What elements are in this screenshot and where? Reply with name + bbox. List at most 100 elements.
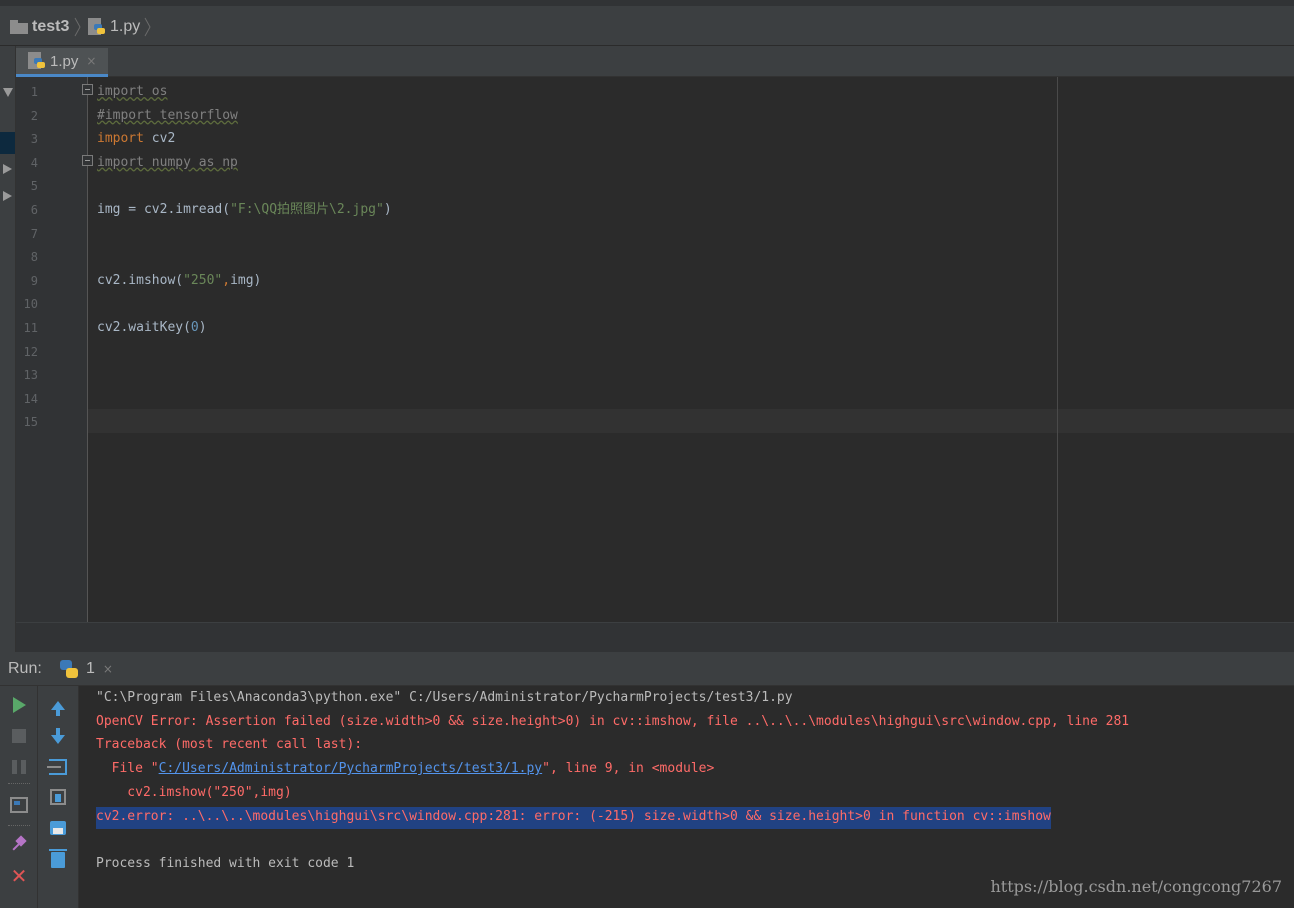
line-number: 9 (30, 273, 38, 288)
run-tool-window-header: Run: 1 × (0, 652, 1294, 686)
console-text: ", line 9, in <module> (542, 761, 715, 777)
console-line: cv2.imshow("250",img) (96, 784, 292, 800)
console-line: cv2.error: ..\..\..\modules\highgui\src\… (96, 806, 1051, 829)
code-token: cv2 (151, 131, 176, 147)
console-line: Traceback (most recent call last): (96, 737, 363, 753)
line-number: 10 (23, 297, 38, 312)
code-token: img) (230, 272, 262, 288)
code-line[interactable]: cv2.imshow("250",img) (97, 269, 261, 293)
layout-icon (10, 797, 28, 813)
run-label: Run: (8, 660, 42, 677)
up-arrow-icon (51, 700, 65, 716)
chevron-right-icon (74, 17, 81, 37)
code-line[interactable]: cv2.waitKey(0) (97, 316, 207, 340)
code-token: cv2.imshow( (97, 272, 184, 288)
print-button[interactable] (47, 817, 69, 839)
restore-layout-button[interactable] (8, 794, 30, 816)
close-run-tab-icon[interactable]: × (103, 662, 113, 676)
line-number: 3 (30, 132, 38, 147)
stop-button[interactable] (8, 725, 30, 747)
console-line: File "C:/Users/Administrator/PycharmProj… (96, 759, 715, 781)
navigation-bar: test3 1.py (0, 0, 1294, 46)
code-line[interactable]: import os (97, 80, 167, 104)
pause-icon (12, 760, 26, 774)
right-margin-guide (1057, 77, 1058, 622)
code-editor[interactable] (88, 77, 1294, 622)
toolbar-separator (8, 825, 30, 826)
clear-all-button[interactable] (47, 849, 69, 871)
run-toolbar-primary: ✕ (0, 686, 38, 908)
code-token: #import tensorflow (97, 107, 238, 123)
code-token: ) (383, 202, 392, 217)
code-line[interactable]: #import tensorflow (97, 104, 238, 128)
fold-marker-icon[interactable] (82, 155, 93, 166)
selected-project-row[interactable] (0, 132, 15, 154)
console-file-link[interactable]: C:/Users/Administrator/PycharmProjects/t… (159, 761, 543, 776)
console-line: OpenCV Error: Assertion failed (size.wid… (96, 713, 1130, 729)
code-token: img = cv2.imread( (97, 202, 231, 217)
code-token: , (222, 272, 231, 288)
code-line[interactable]: import numpy as np (97, 151, 238, 175)
breadcrumb-project[interactable]: test3 (10, 16, 69, 38)
run-icon (12, 697, 26, 713)
line-number: 8 (30, 250, 38, 265)
editor-horizontal-scrollbar-area (16, 622, 1294, 652)
code-token: 0 (190, 320, 199, 335)
code-token: import os (97, 84, 168, 99)
line-number: 11 (23, 321, 38, 335)
console-text: File " (96, 761, 159, 777)
line-number: 5 (30, 179, 38, 194)
print-icon (50, 821, 66, 835)
chevron-right-icon (144, 17, 151, 37)
code-token: "250" (183, 272, 223, 288)
run-toolbar-secondary (38, 686, 79, 908)
run-button[interactable] (8, 694, 30, 716)
previous-occurrence-button[interactable] (47, 694, 69, 716)
console-line: "C:\Program Files\Anaconda3\python.exe" … (96, 690, 793, 705)
pin-icon (11, 837, 27, 853)
current-line-highlight (88, 409, 1294, 433)
editor-tab-bar: 1.py × (16, 46, 1294, 77)
toolbar-separator (8, 783, 30, 784)
soft-wrap-button[interactable] (47, 756, 69, 778)
soft-wrap-icon (47, 759, 67, 775)
breadcrumb-file-label: 1.py (110, 18, 141, 35)
close-icon: ✕ (10, 864, 28, 888)
close-tab-icon[interactable]: × (86, 54, 96, 68)
breadcrumb-file[interactable]: 1.py (88, 16, 140, 38)
run-tab-1[interactable]: 1 × (52, 652, 122, 686)
breadcrumb-project-label: test3 (32, 18, 70, 35)
fold-marker-icon[interactable] (82, 84, 93, 95)
editor-tab-label: 1.py (50, 52, 79, 70)
line-number: 4 (30, 155, 38, 170)
folder-icon (10, 20, 28, 34)
code-token: import (97, 131, 152, 147)
code-token: import numpy as np (97, 154, 238, 170)
trash-icon (49, 849, 67, 868)
code-token: cv2.waitKey( (97, 320, 191, 335)
project-tool-strip (0, 46, 16, 652)
line-number: 14 (23, 391, 38, 406)
code-line[interactable]: import cv2 (97, 127, 175, 151)
line-number: 6 (30, 203, 38, 217)
line-number: 15 (23, 415, 38, 430)
next-occurrence-button[interactable] (47, 725, 69, 747)
close-run-button[interactable]: ✕ (8, 865, 30, 887)
editor-tab-1py[interactable]: 1.py × (16, 48, 108, 77)
python-icon (60, 660, 78, 678)
pause-button[interactable] (8, 756, 30, 778)
code-line[interactable]: img = cv2.imread("F:\QQ拍照图片\2.jpg") (97, 198, 392, 222)
collapse-icon[interactable] (3, 191, 12, 201)
console-line: Process finished with exit code 1 (96, 855, 355, 871)
pin-button[interactable] (8, 834, 30, 856)
line-number: 1 (30, 85, 38, 99)
watermark-text: https://blog.csdn.net/congcong7267 (990, 877, 1282, 896)
scroll-to-end-button[interactable] (47, 786, 69, 808)
expand-icon[interactable] (3, 88, 13, 97)
line-number: 13 (23, 368, 38, 383)
line-number: 12 (23, 344, 38, 359)
down-arrow-icon (51, 727, 65, 744)
run-tab-label: 1 (86, 660, 95, 677)
python-file-icon (28, 52, 46, 70)
collapse-icon[interactable] (3, 164, 12, 174)
